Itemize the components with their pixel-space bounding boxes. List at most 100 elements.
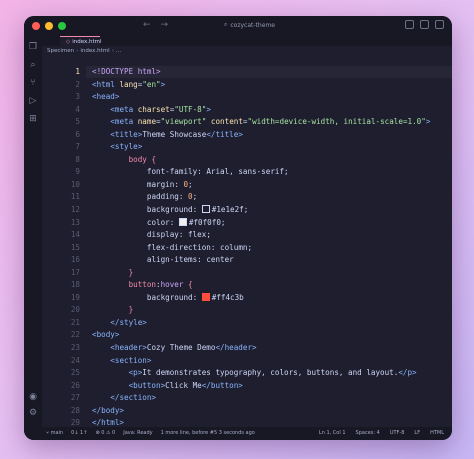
line-text[interactable]: <meta charset="UTF-8">	[92, 104, 211, 117]
debug-icon[interactable]: ▷	[28, 96, 38, 106]
code-line[interactable]: 3 <head>	[42, 91, 452, 104]
line-number: 17	[70, 267, 80, 277]
line-number: 2	[75, 79, 80, 89]
close-window-button[interactable]	[32, 22, 40, 30]
line-text[interactable]: padding: 0;	[92, 191, 197, 204]
line-number: 8	[75, 154, 80, 164]
line-text[interactable]: <style>	[92, 141, 142, 154]
account-icon[interactable]: ◉	[28, 392, 38, 402]
cursor-position[interactable]: Ln 1, Col 1	[319, 427, 346, 440]
line-text[interactable]: </style>	[92, 317, 147, 330]
line-number: 4	[75, 104, 80, 114]
line-number: 27	[70, 393, 80, 403]
maximize-window-button[interactable]	[58, 22, 66, 30]
line-text[interactable]: font-family: Arial, sans-serif;	[92, 166, 289, 179]
extensions-icon[interactable]: ⊞	[28, 114, 38, 124]
breadcrumb-item[interactable]: index.html	[80, 48, 109, 54]
code-line[interactable]: 19 background: #ff4c3b	[42, 292, 452, 305]
toggle-panel-icon[interactable]	[420, 20, 429, 29]
code-line[interactable]: 23 <header>Cozy Theme Demo</header>	[42, 342, 452, 355]
line-text[interactable]: <button>Click Me</button>	[92, 380, 243, 393]
line-text[interactable]: display: flex;	[92, 229, 211, 242]
code-line[interactable]: 14 display: flex;	[42, 229, 452, 242]
files-icon[interactable]: ❐	[28, 42, 38, 52]
code-line[interactable]: 9 font-family: Arial, sans-serif;	[42, 166, 452, 179]
code-line[interactable]: 18 button:hover {	[42, 279, 452, 292]
line-text[interactable]: body {	[92, 154, 156, 167]
code-line[interactable]: 16 align-items: center	[42, 254, 452, 267]
command-center[interactable]: ⌕ cozycat-theme	[224, 21, 275, 29]
code-lines[interactable]: 1 <!DOCTYPE html> 2 <html lang="en"> 3 <head>…	[42, 66, 452, 430]
search-icon[interactable]: ⌕	[28, 60, 38, 70]
code-line[interactable]: 11 padding: 0;	[42, 191, 452, 204]
git-blame[interactable]: 1 more line, before #5 3 seconds ago	[161, 427, 255, 440]
code-line[interactable]: 27 </section>	[42, 392, 452, 405]
code-line[interactable]: 12 background: #1e1e2f;	[42, 204, 452, 217]
code-editor[interactable]: 1 <!DOCTYPE html> 2 <html lang="en"> 3 <head>…	[42, 66, 452, 440]
java-status[interactable]: Java: Ready	[123, 427, 152, 440]
line-text[interactable]: <body>	[92, 329, 119, 342]
line-text[interactable]: <section>	[92, 355, 151, 368]
line-text[interactable]: </body>	[92, 405, 124, 418]
code-line[interactable]: 17 }	[42, 267, 452, 280]
source-control-icon[interactable]: ⑂	[28, 78, 38, 88]
code-line[interactable]: 7 <style>	[42, 141, 452, 154]
window-title: cozycat-theme	[230, 21, 275, 29]
code-line[interactable]: 1 <!DOCTYPE html>	[42, 66, 452, 79]
branch-indicator[interactable]: ⑂ main	[46, 427, 63, 440]
sync-status[interactable]: 0↓ 1↑	[71, 427, 87, 440]
language-mode[interactable]: HTML	[430, 427, 444, 440]
end-of-line[interactable]: LF	[414, 427, 420, 440]
line-number: 6	[75, 129, 80, 139]
code-line[interactable]: 8 body {	[42, 154, 452, 167]
toggle-sidebar-icon[interactable]	[405, 20, 414, 29]
minimize-window-button[interactable]	[45, 22, 53, 30]
code-line[interactable]: 21 </style>	[42, 317, 452, 330]
code-line[interactable]: 2 <html lang="en">	[42, 79, 452, 92]
code-line[interactable]: 28 </body>	[42, 405, 452, 418]
line-text[interactable]: margin: 0;	[92, 179, 193, 192]
line-text[interactable]: <!DOCTYPE html>	[92, 66, 161, 79]
line-text[interactable]: }	[92, 267, 134, 280]
code-line[interactable]: 22 <body>	[42, 329, 452, 342]
line-text[interactable]: <p>It demonstrates typography, colors, b…	[92, 367, 417, 380]
line-text[interactable]: align-items: center	[92, 254, 234, 267]
line-text[interactable]: background: #ff4c3b	[92, 292, 244, 305]
line-text[interactable]: background: #1e1e2f;	[92, 204, 248, 217]
breadcrumb-item[interactable]: Specimen	[47, 48, 74, 54]
settings-icon[interactable]: ⚙	[28, 408, 38, 418]
indentation[interactable]: Spaces: 4	[356, 427, 380, 440]
problems-count[interactable]: ⊗ 0 ⚠ 0	[95, 427, 115, 440]
code-line[interactable]: 5 <meta name="viewport" content="width=d…	[42, 116, 452, 129]
tab-index-html[interactable]: ◇ index.html	[60, 36, 102, 46]
code-line[interactable]: 20 }	[42, 304, 452, 317]
code-line[interactable]: 26 <button>Click Me</button>	[42, 380, 452, 393]
breadcrumb-item[interactable]: ...	[116, 48, 121, 54]
nav-arrows: ← →	[143, 20, 168, 30]
code-line[interactable]: 13 color: #f0f0f0;	[42, 217, 452, 230]
tab-bar: ◇ index.html	[42, 36, 452, 46]
customize-layout-icon[interactable]	[435, 20, 444, 29]
line-number: 7	[75, 142, 80, 152]
code-line[interactable]: 15 flex-direction: column;	[42, 242, 452, 255]
encoding[interactable]: UTF-8	[390, 427, 405, 440]
line-number: 5	[75, 117, 80, 127]
line-text[interactable]: <meta name="viewport" content="width=dev…	[92, 116, 430, 129]
line-number: 11	[70, 192, 80, 202]
code-line[interactable]: 24 <section>	[42, 355, 452, 368]
forward-arrow-icon[interactable]: →	[161, 20, 169, 30]
line-text[interactable]: </section>	[92, 392, 156, 405]
line-text[interactable]: <head>	[92, 91, 119, 104]
code-line[interactable]: 10 margin: 0;	[42, 179, 452, 192]
line-text[interactable]: color: #f0f0f0;	[92, 217, 225, 230]
line-text[interactable]: <title>Theme Showcase</title>	[92, 129, 243, 142]
line-text[interactable]: flex-direction: column;	[92, 242, 252, 255]
back-arrow-icon[interactable]: ←	[143, 20, 151, 30]
line-text[interactable]: <header>Cozy Theme Demo</header>	[92, 342, 256, 355]
code-line[interactable]: 25 <p>It demonstrates typography, colors…	[42, 367, 452, 380]
line-text[interactable]: }	[92, 304, 134, 317]
code-line[interactable]: 4 <meta charset="UTF-8">	[42, 104, 452, 117]
line-text[interactable]: <html lang="en">	[92, 79, 165, 92]
line-text[interactable]: button:hover {	[92, 279, 193, 292]
code-line[interactable]: 6 <title>Theme Showcase</title>	[42, 129, 452, 142]
